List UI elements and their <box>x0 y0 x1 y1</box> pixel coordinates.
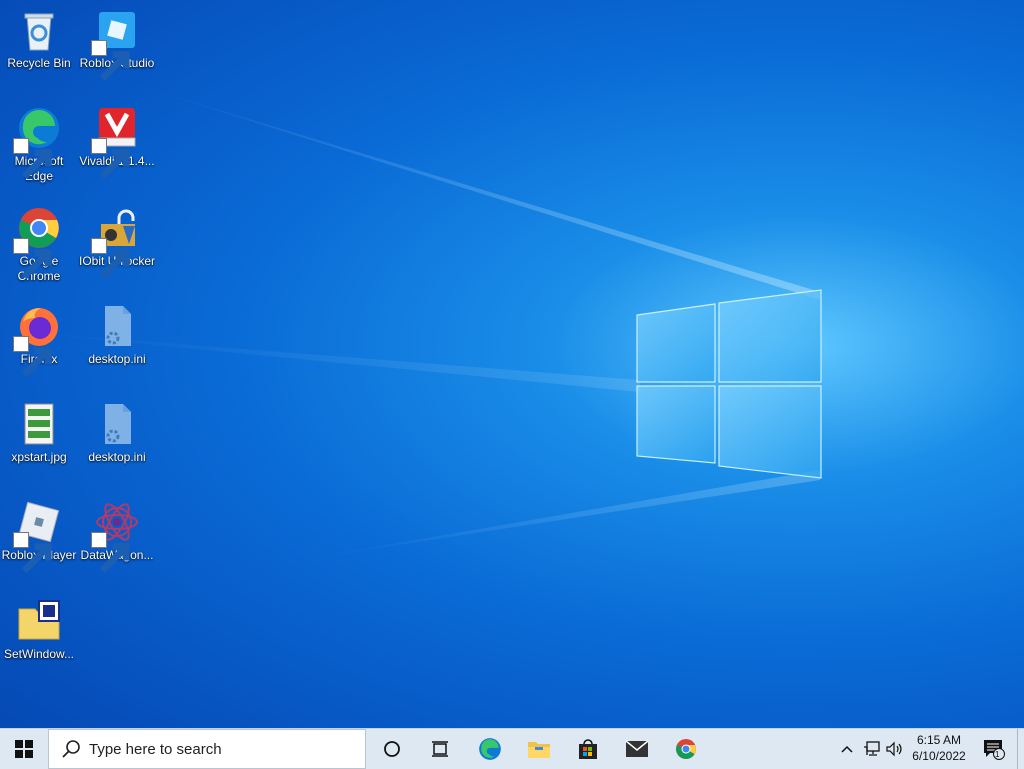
chrome-icon <box>676 739 696 759</box>
ini-file-icon <box>93 302 141 350</box>
cortana-icon <box>384 741 400 757</box>
chrome-icon <box>13 204 63 280</box>
edge-icon <box>479 738 501 760</box>
network-button[interactable] <box>860 729 884 769</box>
windows-start-icon <box>15 740 33 758</box>
desktop-icon-roblox-studio[interactable]: Roblox Studio <box>78 6 156 82</box>
action-center-button[interactable]: 1 <box>976 729 1012 769</box>
notification-icon <box>984 740 1005 760</box>
taskbar-mail[interactable] <box>613 729 661 769</box>
task-view-icon <box>432 741 448 757</box>
recycle-bin-icon <box>15 6 63 54</box>
roblox-studio-icon <box>91 6 141 82</box>
desktop-icon-microsoft-edge[interactable]: Microsoft Edge <box>0 104 78 184</box>
desktop-icon-roblox-player[interactable]: Roblox Player <box>0 498 78 574</box>
ini-file-icon <box>93 400 141 448</box>
desktop-icon-datawagon[interactable]: DataWagon... <box>78 498 156 574</box>
shortcut-arrow-icon <box>91 238 130 280</box>
icon-label: SetWindow... <box>3 647 75 661</box>
clock-date: 6/10/2022 <box>912 749 966 763</box>
image-file-icon <box>15 400 63 448</box>
network-icon <box>864 741 880 756</box>
shortcut-arrow-icon <box>91 40 130 82</box>
show-hidden-icons-button[interactable] <box>836 729 858 769</box>
microsoft-store-icon <box>579 739 597 759</box>
taskbar-microsoft-store[interactable] <box>564 729 612 769</box>
chevron-up-icon <box>841 745 853 753</box>
desktop-icon-desktop-ini-1[interactable]: desktop.ini <box>78 302 156 367</box>
iobit-unlocker-icon <box>91 204 141 280</box>
icon-label: Recycle Bin <box>7 56 71 70</box>
taskbar: Type here to search 6:15 AM 6/10/2022 1 <box>0 728 1024 769</box>
desktop-icon-vivaldi[interactable]: Vivaldi.1.1.4... <box>78 104 156 180</box>
taskbar-search-box[interactable]: Type here to search <box>48 729 366 769</box>
taskbar-edge[interactable] <box>466 729 514 769</box>
desktop-icon-iobit-unlocker[interactable]: IObit Unlocker <box>78 204 156 280</box>
taskbar-file-explorer[interactable] <box>515 729 563 769</box>
desktop-icon-setwindow[interactable]: SetWindow... <box>0 597 78 662</box>
datawagon-icon <box>91 498 141 574</box>
clock-time: 6:15 AM <box>916 733 962 747</box>
shortcut-arrow-icon <box>13 238 52 280</box>
taskbar-clock[interactable]: 6:15 AM 6/10/2022 <box>906 732 972 764</box>
start-button[interactable] <box>0 729 48 769</box>
setwindow-icon <box>15 597 63 645</box>
vivaldi-icon <box>91 104 141 180</box>
cortana-button[interactable] <box>368 729 416 769</box>
desktop-icon-recycle-bin[interactable]: Recycle Bin <box>0 6 78 71</box>
shortcut-arrow-icon <box>91 138 130 180</box>
task-view-button[interactable] <box>416 729 464 769</box>
icon-label: desktop.ini <box>88 450 146 464</box>
icon-label: desktop.ini <box>88 352 146 366</box>
show-desktop-button[interactable] <box>1017 729 1024 769</box>
desktop-icon-google-chrome[interactable]: Google Chrome <box>0 204 78 284</box>
volume-button[interactable] <box>884 729 906 769</box>
volume-icon <box>886 741 902 757</box>
file-explorer-icon <box>528 742 550 758</box>
shortcut-arrow-icon <box>13 532 52 574</box>
roblox-player-icon <box>13 498 63 574</box>
search-icon <box>62 740 80 758</box>
search-placeholder: Type here to search <box>89 740 222 758</box>
windows-logo-wallpaper <box>636 289 822 479</box>
taskbar-chrome[interactable] <box>662 729 710 769</box>
edge-icon <box>13 104 63 180</box>
mail-icon <box>625 740 649 757</box>
desktop-icon-firefox[interactable]: Firefox <box>0 302 78 378</box>
desktop-icon-desktop-ini-2[interactable]: desktop.ini <box>78 400 156 465</box>
notification-count: 1 <box>995 750 1000 759</box>
desktop-icon-xpstart-jpg[interactable]: xpstart.jpg <box>0 400 78 465</box>
shortcut-arrow-icon <box>13 336 52 378</box>
firefox-icon <box>13 302 63 378</box>
shortcut-arrow-icon <box>13 138 52 180</box>
icon-label: xpstart.jpg <box>11 450 67 464</box>
shortcut-arrow-icon <box>91 532 130 574</box>
